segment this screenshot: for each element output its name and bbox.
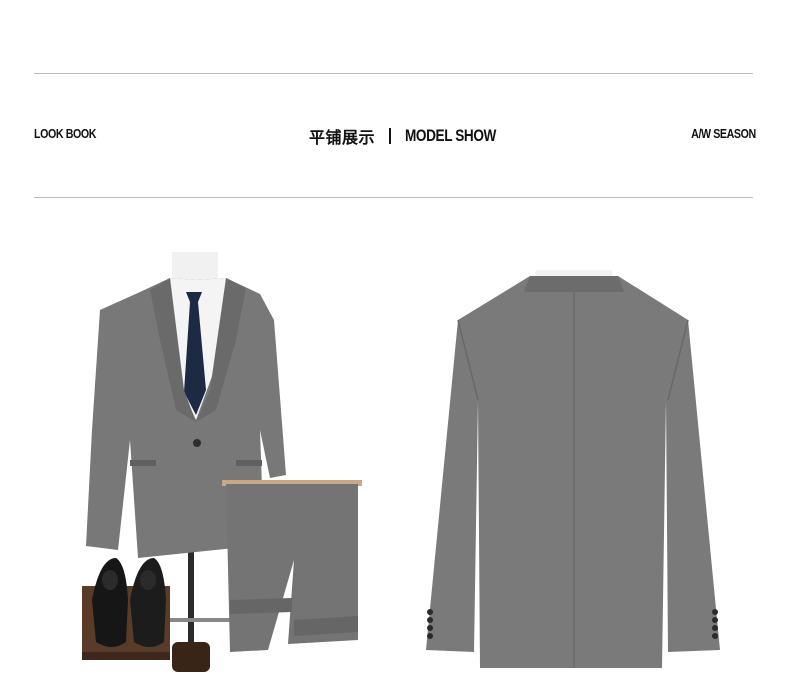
shoe-stand-edge [82,652,170,660]
left-pocket [130,460,156,466]
look-book-label: LOOK BOOK [34,126,97,141]
stand-bar [166,618,238,622]
right-pocket [236,460,262,466]
season-label: A/W SEASON [691,126,756,141]
mannequin-base [172,642,210,672]
jacket-back [426,276,720,668]
suit-front-illustration [82,252,362,672]
back-collar [524,276,624,292]
trouser-cuff-left [230,598,292,614]
section-title: 平铺展示 MODEL SHOW [309,124,519,148]
right-shoe-laces [140,570,156,590]
suit-front-image [78,240,378,680]
jacket-button [193,439,201,447]
title-english: MODEL SHOW [405,126,496,145]
title-separator [389,128,392,144]
title-chinese: 平铺展示 [309,130,376,147]
bottom-divider [34,197,753,198]
suit-back-image [418,240,730,672]
mannequin-neck [172,252,218,282]
top-divider [34,73,753,74]
suit-back-illustration [426,270,720,668]
left-shoe-laces [102,570,118,590]
